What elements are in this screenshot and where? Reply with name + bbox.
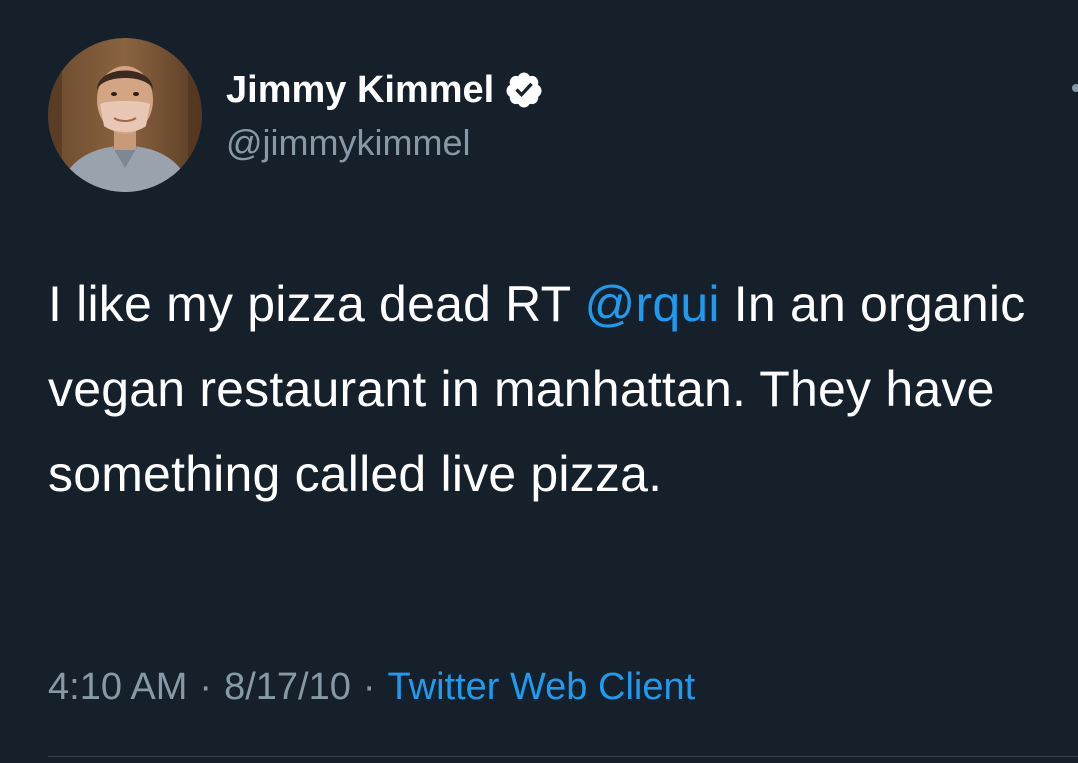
meta-separator: · — [362, 666, 376, 708]
divider — [48, 756, 1078, 757]
tweet-date[interactable]: 8/17/10 — [224, 666, 351, 708]
avatar[interactable] — [48, 38, 202, 192]
mention-link[interactable]: @rqui — [585, 276, 720, 332]
author-display-name[interactable]: Jimmy Kimmel — [226, 69, 494, 112]
meta-separator: · — [199, 666, 213, 708]
avatar-photo — [48, 38, 202, 192]
tweet-time[interactable]: 4:10 AM — [48, 666, 187, 708]
tweet-metadata: 4:10 AM · 8/17/10 · Twitter Web Client — [48, 666, 695, 709]
verified-badge-icon — [504, 70, 544, 110]
tweet-text-before: I like my pizza dead RT — [48, 276, 585, 332]
tweet-text: I like my pizza dead RT @rqui In an orga… — [48, 262, 1048, 517]
author-name-row: Jimmy Kimmel — [226, 66, 544, 114]
tweet-source-link[interactable]: Twitter Web Client — [388, 666, 696, 708]
author-handle[interactable]: @jimmykimmel — [226, 122, 471, 164]
tweet-detail: Jimmy Kimmel @jimmykimmel I like my pizz… — [0, 0, 1078, 763]
more-options-icon[interactable] — [1072, 84, 1078, 92]
